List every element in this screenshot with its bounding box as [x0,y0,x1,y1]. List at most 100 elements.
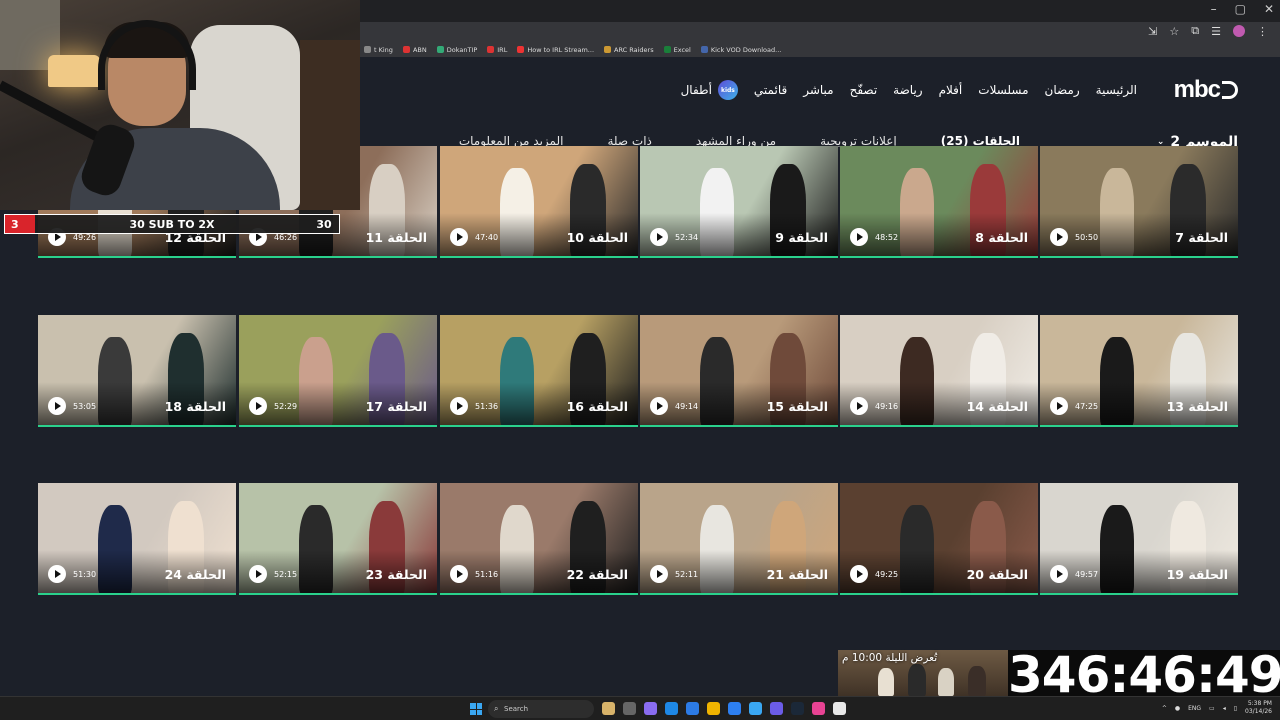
bookmarks-bar: t King ABN DokanTIP IRL How to IRL Stream...… [360,42,1280,57]
edge-icon[interactable] [749,702,762,715]
bookmark-item[interactable]: DokanTIP [436,45,478,54]
play-icon[interactable] [450,228,468,246]
episode-underline [38,593,236,595]
episode-card[interactable]: الحلقة 16 51:36 [440,315,638,427]
task-view-icon[interactable] [623,702,636,715]
kids-icon: kids [717,80,738,100]
episode-card[interactable]: الحلقة 22 51:16 [440,483,638,595]
play-icon[interactable] [650,228,668,246]
episode-underline [640,593,838,595]
play-icon[interactable] [450,397,468,415]
install-icon[interactable]: ⇲ [1148,25,1157,38]
episode-card[interactable]: الحلقة 24 51:30 [38,483,236,595]
volume-icon[interactable]: ◂ [1223,705,1226,712]
file-explorer-icon[interactable] [602,702,615,715]
chrome-icon[interactable] [665,702,678,715]
nav-item[interactable]: مباشر [803,83,833,97]
maximize-icon[interactable]: ▢ [1235,2,1246,16]
extensions-icon[interactable]: ⧉ [1191,24,1199,38]
episode-card[interactable]: الحلقة 13 47:25 [1040,315,1238,427]
play-icon[interactable] [850,397,868,415]
profile-avatar[interactable] [1233,25,1245,37]
play-icon[interactable] [850,228,868,246]
battery-icon[interactable]: ▯ [1234,705,1237,712]
play-icon[interactable] [1050,397,1068,415]
episode-card[interactable]: الحلقة 21 52:11 [640,483,838,595]
store-icon[interactable] [728,702,741,715]
discord-icon[interactable] [770,702,783,715]
clock-time: 5:38 PM [1247,700,1272,707]
bookmark-item[interactable]: IRL [487,46,507,54]
logo-mark-icon [1222,81,1238,99]
play-icon[interactable] [1050,565,1068,583]
play-icon[interactable] [450,565,468,583]
episode-card[interactable]: الحلقة 18 53:05 [38,315,236,427]
language-indicator[interactable]: ENG [1188,705,1201,712]
bookmark-item[interactable]: Excel [663,45,691,54]
play-icon[interactable] [850,565,868,583]
episode-card[interactable]: الحلقة 10 47:40 [440,146,638,258]
nav-item[interactable]: قائمتي [754,83,787,97]
episode-card[interactable]: الحلقة 17 52:29 [239,315,437,427]
reading-list-icon[interactable]: ☰ [1211,25,1221,38]
sub-goal-bar: 3 30 SUB TO 2X 30 [4,214,340,234]
taskbar-search[interactable]: ⌕ Search [488,700,594,718]
mail-icon[interactable] [686,702,699,715]
episode-card[interactable]: الحلقة 8 48:52 [840,146,1038,258]
bookmark-label: DokanTIP [446,45,478,54]
episode-duration: 51:30 [73,570,97,579]
clock[interactable]: 5:38 PM 03/14/26 [1245,700,1272,716]
play-icon[interactable] [48,397,66,415]
episode-title: الحلقة 14 [966,399,1028,414]
start-icon[interactable] [470,703,482,715]
main-nav: الرئيسية رمضان مسلسلات أفلام رياضة تصفّح مباشر… [681,80,1137,100]
close-icon[interactable]: ✕ [1264,2,1274,16]
episode-card[interactable]: الحلقة 20 49:25 [840,483,1038,595]
episode-title: الحلقة 17 [365,399,427,414]
bookmark-item[interactable]: t King [364,46,393,54]
bookmark-icon [517,46,525,53]
minimize-icon[interactable]: – [1211,2,1217,16]
bookmark-item[interactable]: ARC Raiders [604,46,654,54]
bookmark-label: Excel [673,45,691,54]
nav-item-kids[interactable]: kids أطفال [681,80,738,100]
episode-card[interactable]: الحلقة 9 52:34 [640,146,838,258]
nav-item[interactable]: تصفّح [850,83,878,97]
mbc-logo[interactable]: mbc [1174,76,1238,104]
play-icon[interactable] [1050,228,1068,246]
episode-card[interactable]: الحلقة 15 49:14 [640,315,838,427]
network-icon[interactable]: ▭ [1209,705,1215,712]
bookmark-item[interactable]: Kick VOD Download... [700,46,781,54]
nav-item[interactable]: رياضة [893,83,922,97]
nav-item[interactable]: مسلسلات [978,83,1028,97]
copilot-icon[interactable] [644,702,657,715]
bookmark-item[interactable]: ABN [402,46,427,54]
tray-chevron-icon[interactable]: ^ [1162,705,1167,712]
play-icon[interactable] [650,565,668,583]
episode-card[interactable]: الحلقة 14 49:16 [840,315,1038,427]
menu-icon[interactable]: ⋮ [1257,25,1268,38]
episode-duration: 47:25 [1075,402,1099,411]
episode-card[interactable]: الحلقة 7 50:50 [1040,146,1238,258]
episode-card[interactable]: الحلقة 23 52:15 [239,483,437,595]
site-header: الرئيسية رمضان مسلسلات أفلام رياضة تصفّح مباشر… [360,58,1280,116]
steam-icon[interactable] [791,702,804,715]
episode-underline [840,256,1038,258]
obs-icon[interactable] [833,702,846,715]
nav-item[interactable]: رمضان [1045,83,1080,97]
bookmark-star-icon[interactable]: ☆ [1169,25,1179,38]
episode-underline [1040,256,1238,258]
mic-tray-icon[interactable]: ● [1175,705,1180,712]
play-icon[interactable] [249,565,267,583]
app-icon[interactable] [812,702,825,715]
bookmark-item[interactable]: How to IRL Stream... [517,46,594,54]
folder-icon[interactable] [707,702,720,715]
sub-goal-label: 30 SUB TO 2X [129,217,215,231]
play-icon[interactable] [249,397,267,415]
play-icon[interactable] [650,397,668,415]
episode-duration: 52:11 [675,570,699,579]
nav-item[interactable]: أفلام [939,83,963,97]
play-icon[interactable] [48,565,66,583]
episode-card[interactable]: الحلقة 19 49:57 [1040,483,1238,595]
nav-item[interactable]: الرئيسية [1096,83,1137,97]
